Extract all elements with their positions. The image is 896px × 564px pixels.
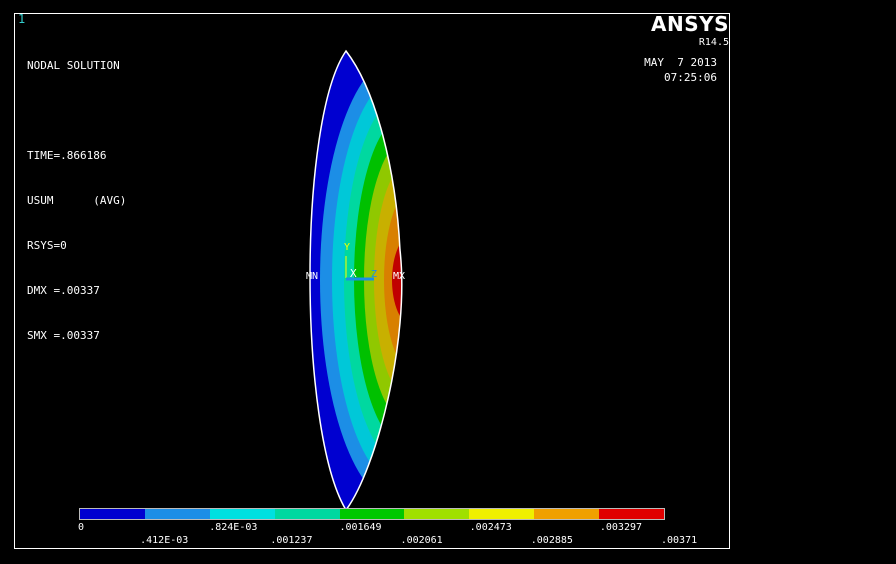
contour-plot: Y X Z MN MX <box>306 49 405 512</box>
legend-swatch <box>144 509 210 519</box>
legend-top-label: .002473 <box>469 522 512 533</box>
legend-swatch <box>80 509 145 519</box>
contour-legend-bar <box>79 508 665 520</box>
legend-bottom-label: .002061 <box>400 535 443 546</box>
legend-top-label: .824E-03 <box>209 522 258 533</box>
triad-x-label: X <box>350 267 357 280</box>
legend-swatch <box>469 509 535 519</box>
legend-bottom-label: .002885 <box>530 535 573 546</box>
legend-bottom-label: .412E-03 <box>140 535 189 546</box>
triad-z-label: Z <box>371 269 377 280</box>
min-marker: MN <box>306 271 318 282</box>
max-marker: MX <box>393 271 405 282</box>
displacement-contours <box>310 51 402 510</box>
legend-swatch <box>534 509 600 519</box>
legend-bottom-label: .00371 <box>661 535 698 546</box>
legend-swatch <box>339 509 405 519</box>
legend-swatch <box>404 509 470 519</box>
legend-top-label: .003297 <box>599 522 643 533</box>
triad-y-label: Y <box>344 242 350 253</box>
legend-top-label: .001649 <box>339 522 382 533</box>
legend-top-label: 0 <box>78 522 85 533</box>
legend-swatch <box>209 509 275 519</box>
legend-swatch <box>599 509 665 519</box>
legend-swatch <box>274 509 340 519</box>
legend-bottom-label: .001237 <box>270 535 313 546</box>
